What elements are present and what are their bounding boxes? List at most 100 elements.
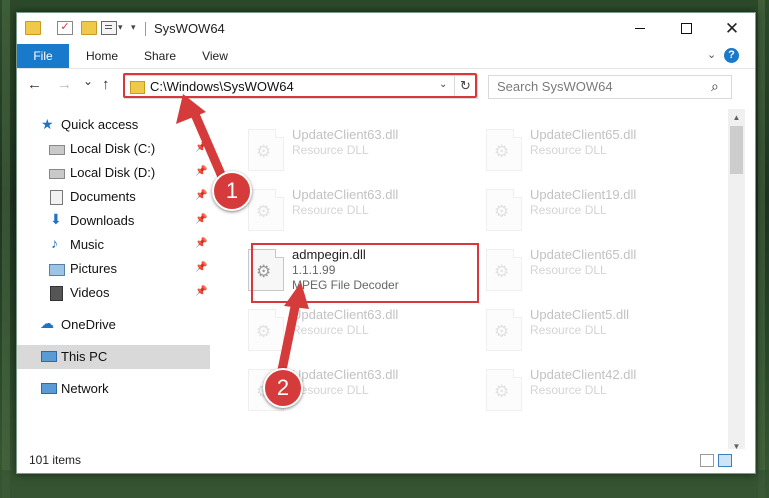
- window-title: SysWOW64: [154, 21, 225, 36]
- file-name: UpdateClient42.dll: [530, 367, 637, 382]
- search-box[interactable]: ⌕: [488, 75, 732, 99]
- videos-icon: [50, 286, 63, 301]
- file-description: Resource DLL: [530, 143, 607, 157]
- sidebar-item-label: Downloads: [70, 213, 135, 228]
- chevron-down-icon[interactable]: ▾: [118, 22, 123, 33]
- dll-file-icon: ⚙: [486, 249, 522, 291]
- sidebar-item-label: This PC: [61, 349, 108, 364]
- customize-icon[interactable]: [101, 21, 117, 35]
- file-description: Resource DLL: [292, 383, 369, 397]
- close-icon: ✕: [724, 18, 740, 39]
- pictures-icon: [49, 264, 65, 276]
- file-tile[interactable]: ⚙ UpdateClient42.dll Resource DLL: [464, 363, 688, 423]
- explorer-window: ✓ ▾ ▾ SysWOW64 ✕ File Home Share View ⌄ …: [16, 12, 756, 474]
- star-icon: ★: [41, 116, 54, 132]
- close-button[interactable]: ✕: [709, 13, 755, 44]
- sidebar-item-music[interactable]: ♪ Music 📌: [17, 233, 210, 257]
- sidebar-item-videos[interactable]: Videos 📌: [17, 281, 210, 305]
- tab-file[interactable]: File: [17, 44, 69, 68]
- drive-icon: [49, 169, 65, 179]
- sidebar-item-label: Quick access: [61, 117, 139, 132]
- pin-icon[interactable]: 📌: [195, 286, 207, 297]
- sidebar-item-label: Pictures: [70, 261, 117, 276]
- status-bar: 101 items: [17, 449, 755, 473]
- file-description: Resource DLL: [530, 263, 607, 277]
- file-description: Resource DLL: [292, 323, 369, 337]
- sidebar-item-label: Music: [70, 237, 104, 252]
- sidebar-item-label: Local Disk (D:): [70, 165, 156, 180]
- large-icons-view-icon[interactable]: [718, 454, 732, 467]
- up-button[interactable]: ↑: [102, 76, 110, 93]
- file-tile[interactable]: ⚙ UpdateClient19.dll Resource DLL: [464, 183, 688, 243]
- file-tile[interactable]: ⚙ UpdateClient5.dll Resource DLL: [464, 303, 688, 363]
- sidebar-item-documents[interactable]: Documents 📌: [17, 185, 210, 209]
- address-highlight-box: [123, 73, 477, 98]
- file-tile[interactable]: ⚙ UpdateClient63.dll Resource DLL: [226, 123, 450, 183]
- pin-icon[interactable]: 📌: [195, 142, 207, 153]
- file-tile[interactable]: ⚙ UpdateClient63.dll Resource DLL: [226, 183, 450, 243]
- search-icon[interactable]: ⌕: [711, 78, 719, 95]
- dll-file-icon: ⚙: [248, 129, 284, 171]
- pin-icon[interactable]: 📌: [195, 262, 207, 273]
- vertical-scrollbar[interactable]: ▲ ▼: [728, 109, 745, 455]
- dll-file-icon: ⚙: [486, 369, 522, 411]
- file-tile[interactable]: ⚙ UpdateClient65.dll Resource DLL: [464, 123, 688, 183]
- scroll-up-icon[interactable]: ▲: [728, 109, 745, 126]
- documents-icon: [50, 190, 63, 205]
- dll-file-icon: ⚙: [486, 129, 522, 171]
- sidebar-item-label: OneDrive: [61, 317, 116, 332]
- pin-icon[interactable]: 📌: [195, 238, 207, 249]
- pin-icon[interactable]: 📌: [195, 214, 207, 225]
- help-icon[interactable]: ?: [724, 48, 739, 63]
- quick-access-toolbar-dropdown-icon[interactable]: ▾: [131, 22, 136, 33]
- sidebar-item-this-pc[interactable]: This PC: [17, 345, 210, 369]
- drive-icon: [49, 145, 65, 155]
- folder-icon: [25, 21, 41, 35]
- properties-check-icon[interactable]: ✓: [57, 21, 73, 35]
- expand-ribbon-icon[interactable]: ⌄: [707, 48, 716, 61]
- tab-share[interactable]: Share: [135, 44, 185, 68]
- music-icon: ♪: [51, 235, 58, 251]
- dll-file-icon: ⚙: [486, 189, 522, 231]
- file-description: Resource DLL: [530, 323, 607, 337]
- file-name: UpdateClient63.dll: [292, 367, 399, 382]
- back-button[interactable]: ←: [27, 76, 42, 93]
- sidebar-item-pictures[interactable]: Pictures 📌: [17, 257, 210, 281]
- details-view-icon[interactable]: [700, 454, 714, 467]
- file-name: UpdateClient63.dll: [292, 127, 399, 142]
- computer-icon: [41, 351, 57, 362]
- step-1-badge: 1: [212, 171, 252, 211]
- forward-button[interactable]: →: [57, 76, 72, 93]
- minimize-button[interactable]: [617, 13, 663, 44]
- tab-home[interactable]: Home: [77, 44, 127, 68]
- file-name: UpdateClient63.dll: [292, 187, 399, 202]
- sidebar-item-label: Local Disk (C:): [70, 141, 156, 156]
- pin-icon[interactable]: 📌: [195, 166, 207, 177]
- maximize-button[interactable]: [663, 13, 709, 44]
- tab-view[interactable]: View: [193, 44, 237, 68]
- download-icon: ⬇: [50, 211, 62, 227]
- scroll-thumb[interactable]: [730, 126, 743, 174]
- sidebar-item-label: Documents: [70, 189, 136, 204]
- sidebar-item-local-disk-c[interactable]: Local Disk (C:) 📌: [17, 137, 210, 161]
- file-name: UpdateClient65.dll: [530, 127, 637, 142]
- pin-icon[interactable]: 📌: [195, 190, 207, 201]
- item-count: 101 items: [29, 453, 82, 467]
- sidebar-item-onedrive[interactable]: ☁ OneDrive: [17, 313, 210, 337]
- network-icon: [41, 383, 57, 394]
- new-folder-icon[interactable]: [81, 21, 97, 35]
- file-description: Resource DLL: [530, 203, 607, 217]
- file-name: UpdateClient5.dll: [530, 307, 630, 322]
- file-tile[interactable]: ⚙ UpdateClient63.dll Resource DLL: [226, 303, 450, 363]
- sidebar-item-quick-access[interactable]: ★ Quick access: [17, 113, 210, 137]
- file-name: UpdateClient63.dll: [292, 307, 399, 322]
- search-input[interactable]: [497, 79, 697, 94]
- step-2-badge: 2: [263, 368, 303, 408]
- sidebar-item-downloads[interactable]: ⬇ Downloads 📌: [17, 209, 210, 233]
- recent-locations-button[interactable]: ⌄: [83, 74, 93, 88]
- sidebar-item-local-disk-d[interactable]: Local Disk (D:) 📌: [17, 161, 210, 185]
- file-tile[interactable]: ⚙ UpdateClient63.dll Resource DLL: [226, 363, 450, 423]
- file-tile[interactable]: ⚙ UpdateClient65.dll Resource DLL: [464, 243, 688, 303]
- navigation-pane: ★ Quick access Local Disk (C:) 📌 Local D…: [17, 109, 210, 439]
- sidebar-item-network[interactable]: Network: [17, 377, 210, 401]
